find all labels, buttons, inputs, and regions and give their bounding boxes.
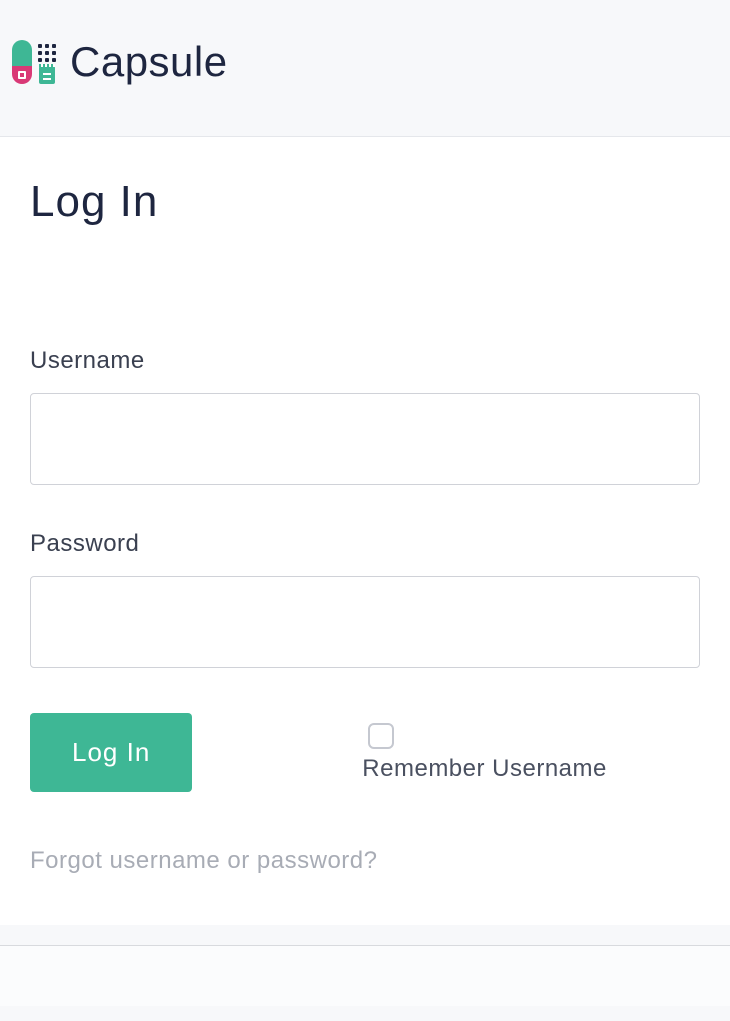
login-button[interactable]: Log In [30, 713, 192, 792]
remember-checkbox[interactable] [368, 723, 394, 749]
remember-group: Remember Username [362, 723, 607, 783]
password-group: Password [30, 530, 700, 668]
dot-grid-icon [38, 44, 56, 62]
login-panel: Log In Username Password Log In Remember… [0, 136, 730, 925]
password-input[interactable] [30, 576, 700, 668]
username-group: Username [30, 347, 700, 485]
header: Capsule [0, 0, 730, 136]
logo-mark [12, 40, 56, 84]
capsule-icon [12, 40, 32, 84]
footer-space [0, 946, 730, 1006]
username-label: Username [30, 347, 700, 375]
password-label: Password [30, 530, 700, 558]
forgot-link[interactable]: Forgot username or password? [30, 847, 378, 875]
action-row: Log In Remember Username [30, 713, 700, 792]
brand-name: Capsule [70, 38, 228, 86]
page-title: Log In [30, 177, 700, 227]
username-input[interactable] [30, 393, 700, 485]
receipt-icon [39, 66, 55, 84]
remember-label: Remember Username [362, 755, 607, 783]
